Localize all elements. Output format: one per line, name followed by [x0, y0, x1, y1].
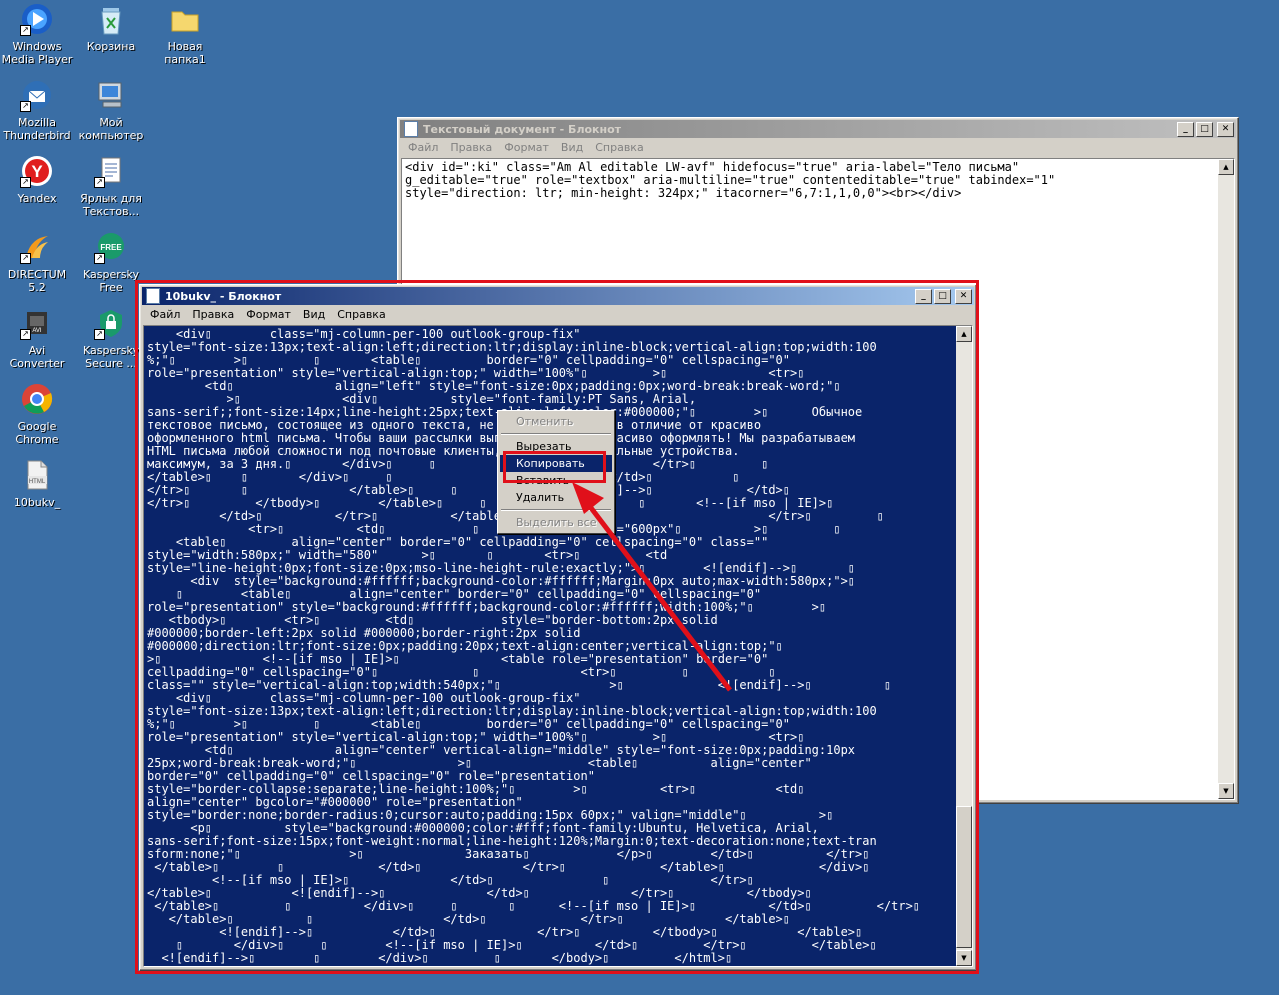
kaspersky-secure-icon: ↗: [94, 306, 128, 340]
menu-separator: [501, 509, 611, 511]
menu-format[interactable]: Формат: [498, 141, 555, 154]
scroll-down-button[interactable]: ▼: [956, 950, 972, 966]
desktop-icon-thunderbird[interactable]: ↗ Mozilla Thunderbird: [0, 78, 74, 142]
desktop-icon-yandex[interactable]: Y ↗ Yandex: [0, 154, 74, 205]
desktop-icon-html-file[interactable]: HTML 10bukv_: [0, 458, 74, 509]
svg-text:Y: Y: [31, 162, 43, 181]
title-bar[interactable]: 10bukv_ - Блокнот _ □ ✕: [142, 287, 974, 305]
desktop-icon-label: Мой компьютер: [78, 116, 144, 142]
notepad-icon: [146, 288, 160, 304]
chrome-icon: [20, 382, 54, 416]
window-title: Текстовый документ - Блокнот: [423, 122, 622, 136]
desktop-icon-recycle-bin[interactable]: Корзина: [74, 2, 148, 53]
desktop-icon-text-shortcut[interactable]: ↗ Ярлык для Текстов...: [74, 154, 148, 218]
context-menu-paste[interactable]: Вставить: [500, 472, 612, 489]
document-text: <div id=":ki" class="Am Al editable LW-a…: [405, 160, 1056, 200]
context-menu: Отменить Вырезать Копировать Вставить Уд…: [497, 410, 615, 534]
context-menu-undo[interactable]: Отменить: [500, 413, 612, 430]
close-button[interactable]: ✕: [955, 288, 972, 304]
desktop-icon-folder[interactable]: Новая папка1: [148, 2, 222, 66]
menu-file[interactable]: Файл: [144, 308, 186, 321]
menu-help[interactable]: Справка: [589, 141, 649, 154]
maximize-button[interactable]: □: [934, 288, 951, 304]
my-computer-icon: [94, 78, 128, 112]
text-shortcut-icon: ↗: [94, 154, 128, 188]
menu-view[interactable]: Вид: [555, 141, 589, 154]
svg-text:HTML: HTML: [29, 479, 46, 485]
media-player-icon: ↗: [20, 2, 54, 36]
desktop-icon-label: Windows Media Player: [1, 40, 73, 66]
vertical-scrollbar[interactable]: ▲ ▼: [956, 326, 972, 966]
avi-converter-icon: AVI ↗: [20, 306, 54, 340]
menu-format[interactable]: Формат: [240, 308, 297, 321]
thunderbird-icon: ↗: [20, 78, 54, 112]
vertical-scrollbar[interactable]: ▲ ▼: [1218, 159, 1234, 799]
desktop-icon-my-computer[interactable]: Мой компьютер: [74, 78, 148, 142]
desktop-icon-label: Kaspersky Free: [83, 268, 139, 294]
recycle-bin-icon: [94, 2, 128, 36]
menu-bar: Файл Правка Формат Вид Справка: [140, 305, 976, 323]
scroll-thumb[interactable]: [956, 806, 972, 948]
notepad-icon: [404, 121, 418, 137]
desktop-icon-kaspersky-secure[interactable]: ↗ Kaspersky Secure ...: [74, 306, 148, 370]
desktop-icon-directum[interactable]: ↗ DIRECTUM 5.2: [0, 230, 74, 294]
desktop-icon-label: Avi Converter: [9, 344, 65, 370]
desktop-icon-label: Mozilla Thunderbird: [3, 116, 71, 142]
desktop-icon-label: DIRECTUM 5.2: [7, 268, 67, 294]
scroll-up-button[interactable]: ▲: [1218, 159, 1234, 175]
folder-icon: [168, 2, 202, 36]
desktop-icon-label: 10bukv_: [13, 496, 61, 509]
context-menu-select-all[interactable]: Выделить все: [500, 514, 612, 531]
notepad-window-front[interactable]: 10bukv_ - Блокнот _ □ ✕ Файл Правка Форм…: [139, 284, 977, 971]
context-menu-copy[interactable]: Копировать: [500, 455, 612, 472]
desktop-icon-label: Новая папка1: [164, 40, 206, 66]
close-button[interactable]: ✕: [1217, 121, 1234, 137]
desktop-icon-avi-converter[interactable]: AVI ↗ Avi Converter: [0, 306, 74, 370]
desktop-icon-label: Google Chrome: [15, 420, 59, 446]
svg-text:AVI: AVI: [32, 328, 42, 334]
desktop-icon-label: Yandex: [17, 192, 57, 205]
menu-help[interactable]: Справка: [331, 308, 391, 321]
desktop-icon-chrome[interactable]: Google Chrome: [0, 382, 74, 446]
html-file-icon: HTML: [20, 458, 54, 492]
kaspersky-free-icon: FREE ↗: [94, 230, 128, 264]
maximize-button[interactable]: □: [1196, 121, 1213, 137]
menu-bar: Файл Правка Формат Вид Справка: [398, 138, 1238, 156]
desktop-icon-kaspersky-free[interactable]: FREE ↗ Kaspersky Free: [74, 230, 148, 294]
minimize-button[interactable]: _: [915, 288, 932, 304]
desktop-icon-label: Kaspersky Secure ...: [83, 344, 139, 370]
title-bar[interactable]: Текстовый документ - Блокнот _ □ ✕: [400, 120, 1236, 138]
scroll-up-button[interactable]: ▲: [956, 326, 972, 342]
context-menu-delete[interactable]: Удалить: [500, 489, 612, 506]
scroll-down-button[interactable]: ▼: [1218, 783, 1234, 799]
context-menu-cut[interactable]: Вырезать: [500, 438, 612, 455]
desktop-icon-label: Корзина: [86, 40, 136, 53]
svg-text:FREE: FREE: [100, 243, 122, 252]
menu-view[interactable]: Вид: [297, 308, 331, 321]
desktop-icon-media-player[interactable]: ↗ Windows Media Player: [0, 2, 74, 66]
window-title: 10bukv_ - Блокнот: [165, 289, 282, 303]
desktop-icon-label: Ярлык для Текстов...: [80, 192, 142, 218]
menu-file[interactable]: Файл: [402, 141, 444, 154]
menu-edit[interactable]: Правка: [186, 308, 240, 321]
directum-icon: ↗: [20, 230, 54, 264]
minimize-button[interactable]: _: [1177, 121, 1194, 137]
menu-separator: [501, 433, 611, 435]
yandex-icon: Y ↗: [20, 154, 54, 188]
menu-edit[interactable]: Правка: [444, 141, 498, 154]
